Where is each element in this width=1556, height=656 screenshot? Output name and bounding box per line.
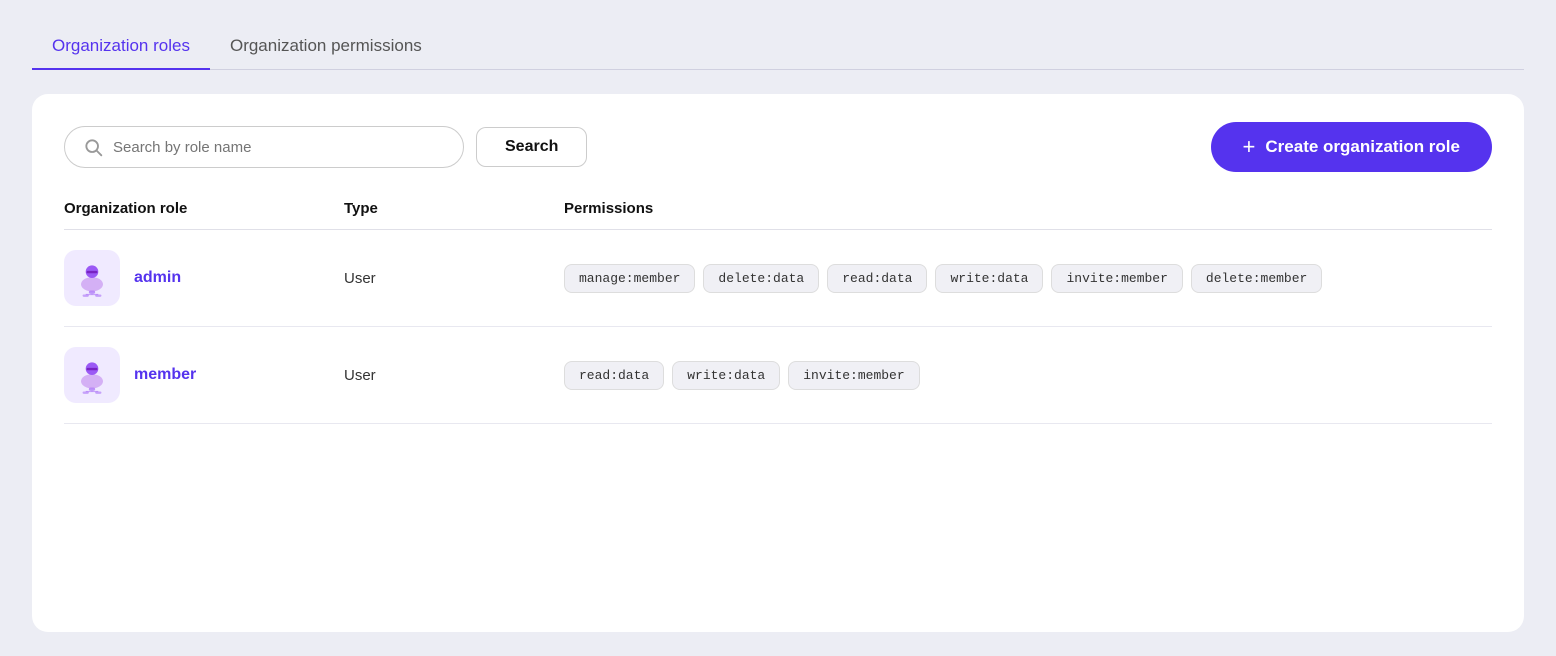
role-cell-admin: admin	[64, 250, 344, 306]
permission-badge: manage:member	[564, 264, 695, 293]
table-header: Organization role Type Permissions	[64, 200, 1492, 230]
table-row: member Userread:data write:data invite:memb…	[64, 327, 1492, 424]
permission-badge: invite:member	[1051, 264, 1182, 293]
table-body: adminUsermanage:memberdelete:dataread:da…	[64, 230, 1492, 424]
tab-org-permissions[interactable]: Organization permissions	[210, 24, 442, 70]
permission-badge: write:data	[935, 264, 1043, 293]
permissions-cell-member: read:data write:data invite:member	[564, 361, 1492, 390]
permission-badge: read:data	[564, 361, 664, 390]
main-card: Search + Create organization role Organi…	[32, 94, 1524, 632]
search-input-wrapper	[64, 126, 464, 168]
avatar-icon	[70, 256, 114, 300]
col-header-role: Organization role	[64, 200, 344, 217]
role-type-member: User	[344, 367, 564, 384]
create-org-role-button[interactable]: + Create organization role	[1211, 122, 1492, 172]
role-avatar-member	[64, 347, 120, 403]
permissions-cell-admin: manage:member delete:data read:data write:d…	[564, 264, 1492, 293]
plus-icon: +	[1243, 136, 1256, 158]
col-header-type: Type	[344, 200, 564, 217]
permission-badge: write:data	[672, 361, 780, 390]
page-wrapper: Organization roles Organization permissi…	[0, 0, 1556, 656]
tab-org-roles[interactable]: Organization roles	[32, 24, 210, 70]
role-name-admin[interactable]: admin	[134, 269, 181, 287]
search-button[interactable]: Search	[476, 127, 587, 167]
search-icon	[83, 137, 103, 157]
role-avatar-admin	[64, 250, 120, 306]
tabs-bar: Organization roles Organization permissi…	[32, 24, 1524, 70]
permission-badge: delete:data	[703, 264, 819, 293]
avatar-icon	[70, 353, 114, 397]
permission-badge: invite:member	[788, 361, 919, 390]
permission-badge: read:data	[827, 264, 927, 293]
permission-badge: delete:member	[1191, 264, 1322, 293]
create-button-label: Create organization role	[1265, 137, 1460, 157]
search-row: Search + Create organization role	[64, 122, 1492, 172]
role-cell-member: member	[64, 347, 344, 403]
search-input[interactable]	[113, 139, 445, 156]
role-name-member[interactable]: member	[134, 366, 196, 384]
role-type-admin: User	[344, 270, 564, 287]
col-header-permissions: Permissions	[564, 200, 1492, 217]
table-row: admin Usermanage:member delete:data read:da…	[64, 230, 1492, 327]
